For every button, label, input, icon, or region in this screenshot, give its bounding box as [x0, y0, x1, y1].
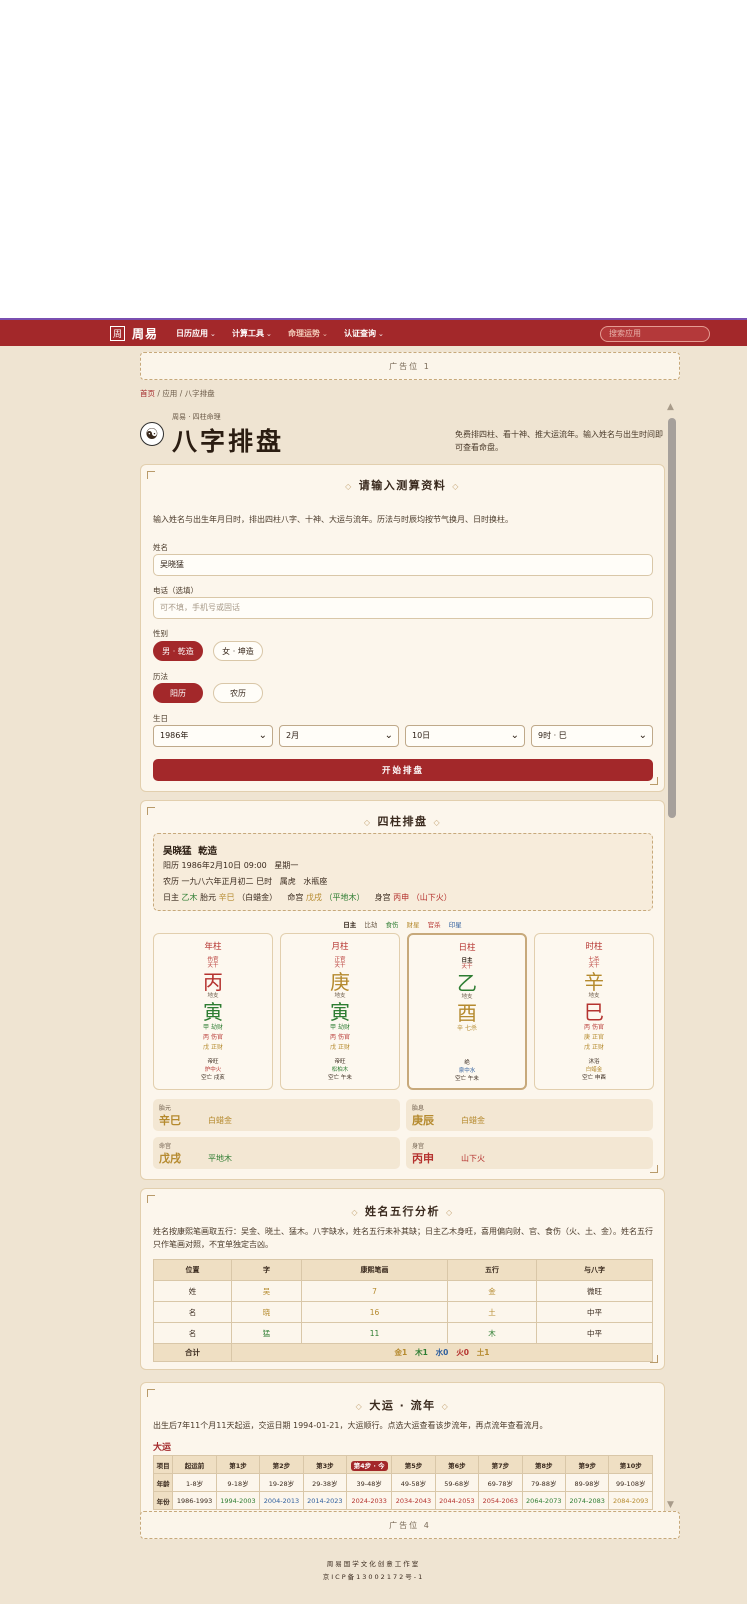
- ten-gods-legend: 日主 比劫 食伤 财星 官杀 印星: [343, 921, 462, 929]
- breadcrumb: 首页 / 应用 / 八字排盘: [140, 389, 215, 398]
- page-title: 八字排盘: [172, 427, 285, 456]
- chevron-down-icon: ⌄: [266, 330, 272, 338]
- name-analysis-table: 位置 字 康熙笔画 五行 与八字 姓 吴 7 金 微旺 名 晓 16 土 中平 …: [153, 1259, 653, 1362]
- person-gender: 乾造: [198, 846, 218, 857]
- table-row: 名 猛 11 木 中平: [153, 1322, 653, 1344]
- chevron-down-icon: ⌄: [638, 730, 647, 741]
- nav-item-verify[interactable]: 认证查询 ⌄: [344, 328, 384, 339]
- pillar-hour[interactable]: 时柱 七杀 天干 辛 地支 巳 丙 伤官 庚 正官 戊 正财 沐浴 白蜡金 空亡…: [534, 933, 654, 1090]
- scroll-down-icon[interactable]: ▼: [667, 1500, 674, 1510]
- name-input[interactable]: 吴晓猛: [153, 554, 653, 576]
- submit-button[interactable]: 开始排盘: [153, 759, 653, 781]
- tai-xi-box: 胎息 庚辰 白蜡金: [406, 1099, 653, 1131]
- constellation: 水瓶座: [303, 877, 328, 886]
- breadcrumb-home[interactable]: 首页: [140, 389, 155, 398]
- nav-item-calendar[interactable]: 日历应用 ⌄: [176, 328, 216, 339]
- table-row: 年龄 1-8岁 9-18岁 19-28岁 29-38岁 39-48岁 49-58…: [152, 1473, 653, 1492]
- month-select[interactable]: 2月 ⌄: [279, 725, 399, 747]
- form-title: ◇ 请输入测算资料 ◇: [345, 479, 460, 492]
- nav-item-tools[interactable]: 计算工具 ⌄: [232, 328, 272, 339]
- table-row: 名 晓 16 土 中平: [153, 1301, 653, 1323]
- tai-yuan-box: 胎元 辛巳 白蜡金: [153, 1099, 400, 1131]
- chevron-down-icon: ⌄: [210, 330, 216, 338]
- scroll-thumb[interactable]: [668, 418, 676, 818]
- name-label: 姓名: [153, 543, 168, 552]
- ming-gong: 戊戌: [305, 893, 322, 902]
- calendar-lunar-button[interactable]: 农历: [213, 683, 263, 703]
- scrollbar[interactable]: ▲ ▼: [665, 402, 679, 1510]
- nav-item-fortune[interactable]: 命理运势 ⌄: [288, 328, 328, 339]
- name-analysis-intro: 姓名按康熙笔画取五行：吴金、晓土、猛木。八字缺水，姓名五行未补其缺；日主乙木身旺…: [153, 1227, 653, 1249]
- chevron-down-icon: ⌄: [384, 730, 393, 741]
- dayun-section-label: 大运: [153, 1443, 172, 1453]
- page-description: 免费排四柱、看十神、推大运流年。输入姓名与出生时间即可查看命盘。: [455, 430, 663, 452]
- earthly-branch: 酉: [457, 1001, 477, 1025]
- weekday: 星期一: [274, 861, 299, 870]
- calendar-solar-button[interactable]: 阳历: [153, 683, 203, 703]
- birth-label: 生日: [153, 714, 168, 723]
- earthly-branch: 寅: [330, 1000, 350, 1024]
- day-master: 乙木: [181, 893, 198, 902]
- phone-input[interactable]: 可不填，手机号或固话: [153, 597, 653, 619]
- chart-info-box: 吴晓猛 乾造 阳历 1986年2月10日 09:00 星期一 农历 一九八六年正…: [153, 833, 653, 911]
- current-dayun-badge[interactable]: 第4步 · 今: [350, 1460, 388, 1471]
- pillar-day[interactable]: 日柱 日主 天干 乙 地支 酉 辛 七杀 绝 泉中水 空亡 午未: [407, 933, 527, 1090]
- scroll-up-icon[interactable]: ▲: [667, 402, 674, 412]
- page-subtitle: 周易 · 四柱命理: [172, 413, 221, 421]
- bazi-chart-card: ◇ 四柱排盘 ◇ 吴晓猛 乾造 阳历 1986年2月10日 09:00 星期一 农历…: [140, 800, 665, 1180]
- ming-gong-box: 命宫 戊戌 平地木: [153, 1137, 400, 1169]
- dayun-table: 项目 起运前 第1步 第2步 第3步 第4步 · 今 第5步 第6步 第7步 第…: [152, 1455, 653, 1510]
- lunar-date: 农历 一九八六年正月初二 巳时: [163, 877, 273, 886]
- tai-yuan: 辛巳: [218, 893, 235, 902]
- pillar-year[interactable]: 年柱 伤官 天干 丙 地支 寅 甲 劫财 丙 伤官 戊 正财 帝旺 炉中火 空亡…: [153, 933, 273, 1090]
- footer-org: 周易国学文化创意工作室: [326, 1560, 421, 1568]
- dayun-card: ◇ 大运 · 流年 ◇ 出生后7年11个月11天起运，交运日期 1994-01-21…: [140, 1382, 665, 1522]
- chevron-down-icon: ⌄: [322, 330, 328, 338]
- top-navbar: 周 周易 日历应用 ⌄ 计算工具 ⌄ 命理运势 ⌄ 认证查询 ⌄ 搜索应用: [0, 318, 747, 346]
- ad-slot-top[interactable]: 广告位 1: [140, 352, 680, 380]
- earthly-branch: 巳: [584, 1000, 604, 1024]
- table-row: 姓 吴 7 金 微旺: [153, 1280, 653, 1302]
- footer-icp[interactable]: 京ICP备13002172号-1: [0, 1571, 747, 1581]
- phone-label: 电话（选填）: [153, 586, 198, 595]
- gender-female-button[interactable]: 女 · 坤造: [213, 641, 263, 661]
- ad-slot-bottom[interactable]: 广告位 4: [140, 1511, 680, 1539]
- chart-title: ◇ 四柱排盘 ◇: [363, 815, 442, 828]
- year-select[interactable]: 1986年 ⌄: [153, 725, 273, 747]
- solar-date: 阳历 1986年2月10日 09:00: [163, 861, 267, 870]
- form-intro: 输入姓名与出生年月日时，排出四柱八字、十神、大运与流年。历法与时辰均按节气换月、…: [153, 515, 513, 524]
- hour-select[interactable]: 9时 · 巳 ⌄: [531, 725, 653, 747]
- chevron-down-icon: ⌄: [378, 330, 384, 338]
- dayun-title: ◇ 大运 · 流年 ◇: [355, 1399, 450, 1412]
- breadcrumb-app[interactable]: 应用: [162, 389, 177, 398]
- chevron-down-icon: ⌄: [510, 730, 519, 741]
- chevron-down-icon: ⌄: [258, 730, 267, 741]
- gender-label: 性别: [153, 629, 168, 638]
- name-analysis-card: ◇ 姓名五行分析 ◇ 姓名按康熙笔画取五行：吴金、晓土、猛木。八字缺水，姓名五行未补…: [140, 1188, 665, 1370]
- shen-gong: 丙申: [393, 893, 410, 902]
- pillar-month[interactable]: 月柱 正官 天干 庚 地支 寅 甲 劫财 丙 伤官 戊 正财 帝旺 松柏木 空亡…: [280, 933, 400, 1090]
- earthly-branch: 寅: [203, 1000, 223, 1024]
- search-input[interactable]: 搜索应用: [600, 326, 710, 342]
- day-select[interactable]: 10日 ⌄: [405, 725, 525, 747]
- calendar-label: 历法: [153, 672, 168, 681]
- name-analysis-title: ◇ 姓名五行分析 ◇: [351, 1205, 454, 1218]
- yin-yang-icon: ☯: [140, 422, 164, 446]
- brand-name[interactable]: 周易: [132, 325, 158, 342]
- person-name: 吴晓猛: [163, 846, 192, 857]
- input-form-card: ◇ 请输入测算资料 ◇ 输入姓名与出生年月日时，排出四柱八字、十神、大运与流年。历法…: [140, 464, 665, 792]
- breadcrumb-current: 八字排盘: [184, 389, 215, 398]
- logo-icon[interactable]: 周: [110, 326, 125, 341]
- table-row: 合计 金1 木1 水0 火0 土1: [153, 1343, 653, 1362]
- table-row: 年份 1986-1993 1994-2003 2004-2013 2014-20…: [152, 1491, 653, 1510]
- zodiac: 属虎: [279, 877, 296, 886]
- gender-male-button[interactable]: 男 · 乾造: [153, 641, 203, 661]
- shen-gong-box: 身宫 丙申 山下火: [406, 1137, 653, 1169]
- dayun-intro: 出生后7年11个月11天起运，交运日期 1994-01-21，大运顺行。点选大运…: [153, 1421, 548, 1430]
